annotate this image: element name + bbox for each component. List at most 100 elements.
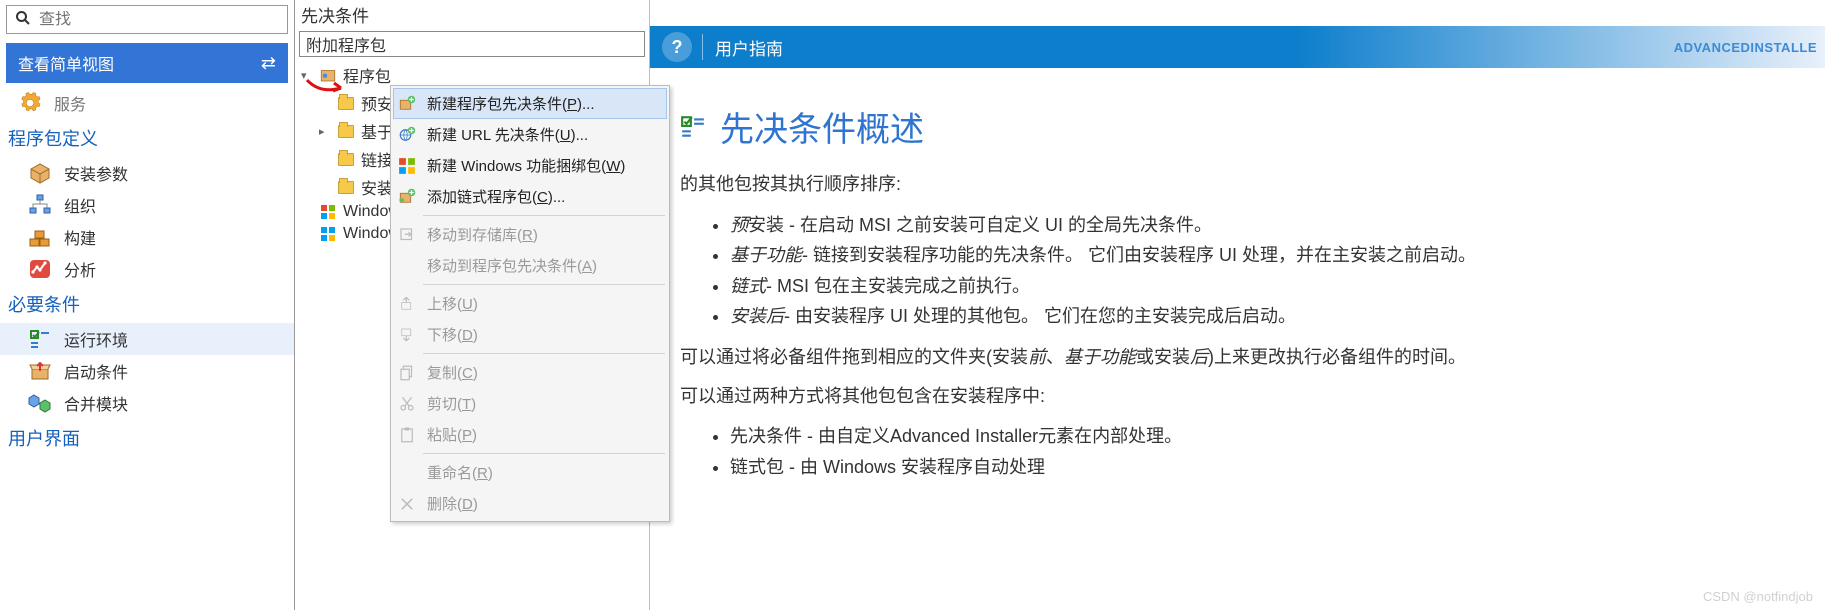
menu-item: 复制(C) [393, 357, 667, 388]
banner-brand: ADVANCEDINSTALLE [1674, 40, 1825, 55]
menu-item-label: 移动到程序包先决条件(A) [427, 255, 597, 276]
tree-filter-input[interactable] [299, 31, 645, 57]
nav-label: 安装参数 [64, 161, 128, 185]
delete-icon [397, 494, 417, 514]
windows-bundle-icon [397, 156, 417, 176]
menu-item-label: 重命名(R) [427, 462, 493, 483]
doc-intro: 的其他包按其执行顺序排序: [680, 169, 1817, 200]
list-item: 预安装 - 在启动 MSI 之前安装可自定义 UI 的全局先决条件。 [730, 210, 1817, 241]
folder-icon [337, 94, 355, 112]
folder-icon [337, 178, 355, 196]
move-up-icon [397, 294, 417, 314]
menu-item-label: 复制(C) [427, 362, 478, 383]
menu-item[interactable]: 新建 Windows 功能捆绑包(W) [393, 150, 667, 181]
nav-heading-ui: 用户界面 [0, 419, 294, 457]
tree-label: 基于 [361, 119, 393, 143]
list-item: 基于功能- 链接到安装程序功能的先决条件。 它们由安装程序 UI 处理，并在主安… [730, 240, 1817, 271]
nav-label: 合并模块 [64, 391, 128, 415]
move-down-icon [397, 325, 417, 345]
nav-item-analyze[interactable]: 分析 [0, 253, 294, 285]
menu-item-label: 剪切(T) [427, 393, 476, 414]
menu-item-label: 添加链式程序包(C)... [427, 186, 565, 207]
nav-label: 启动条件 [64, 359, 128, 383]
menu-item: 下移(D) [393, 319, 667, 350]
package-icon [319, 66, 337, 84]
nav-label: 服务 [54, 91, 86, 115]
tree-pane-title: 先决条件 [295, 0, 649, 29]
nav-item-build[interactable]: 构建 [0, 221, 294, 253]
doc-list-1: 预安装 - 在启动 MSI 之前安装可自定义 UI 的全局先决条件。基于功能- … [680, 210, 1817, 332]
menu-separator [423, 215, 665, 216]
menu-separator [423, 353, 665, 354]
watermark: CSDN @notfindjob [1703, 589, 1813, 604]
blank-icon [397, 463, 417, 483]
tree-label: 安装 [361, 175, 393, 199]
nav-heading-package-def: 程序包定义 [0, 119, 294, 157]
nav-item-runtime-env[interactable]: 运行环境 [0, 323, 294, 355]
view-button-label: 查看简单视图 [18, 51, 114, 75]
folder-icon [337, 122, 355, 140]
help-pane: ? 用户指南 ADVANCEDINSTALLE 先决条件概述 的其他包按其执行顺… [650, 0, 1825, 610]
list-item: 先决条件 - 由自定义Advanced Installer元素在内部处理。 [730, 421, 1817, 452]
simple-view-button[interactable]: 查看简单视图 ⇄ [6, 43, 288, 83]
menu-item: 粘贴(P) [393, 419, 667, 450]
menu-separator [423, 453, 665, 454]
menu-item: 移动到存储库(R) [393, 219, 667, 250]
menu-item-label: 粘贴(P) [427, 424, 477, 445]
menu-item-label: 下移(D) [427, 324, 478, 345]
chain-plus-icon [397, 187, 417, 207]
doc-heading: 先决条件概述 [680, 102, 1817, 151]
checklist-icon [680, 114, 706, 140]
menu-item-label: 新建 Windows 功能捆绑包(W) [427, 155, 625, 176]
chevron-right-icon[interactable]: ▸ [319, 125, 331, 138]
list-item: 链式- MSI 包在主安装完成之前执行。 [730, 271, 1817, 302]
help-icon: ? [662, 32, 692, 62]
menu-item-label: 新建 URL 先决条件(U)... [427, 124, 588, 145]
open-box-icon [28, 359, 52, 383]
menu-item-label: 删除(D) [427, 493, 478, 514]
help-banner: ? 用户指南 ADVANCEDINSTALLE [650, 26, 1825, 68]
context-menu: 新建程序包先决条件(P)... 新建 URL 先决条件(U)... 新建 Windo… [390, 85, 670, 522]
doc-title: 先决条件概述 [720, 102, 924, 151]
tree-label: 链接 [361, 147, 393, 171]
cut-icon [397, 394, 417, 414]
menu-item[interactable]: 新建程序包先决条件(P)... [393, 88, 667, 119]
menu-item: 上移(U) [393, 288, 667, 319]
banner-title: 用户指南 [715, 35, 783, 60]
nav-heading-requirements: 必要条件 [0, 285, 294, 323]
swap-icon: ⇄ [261, 53, 276, 74]
paste-icon [397, 425, 417, 445]
windows-icon [319, 203, 337, 221]
nav-label: 组织 [64, 193, 96, 217]
menu-item[interactable]: 新建 URL 先决条件(U)... [393, 119, 667, 150]
nav-item-launch-conditions[interactable]: 启动条件 [0, 355, 294, 387]
tree-label: 程序包 [343, 63, 391, 87]
checklist-icon [28, 327, 52, 351]
menu-item: 剪切(T) [393, 388, 667, 419]
menu-item-label: 新建程序包先决条件(P)... [427, 93, 595, 114]
doc-list-2: 先决条件 - 由自定义Advanced Installer元素在内部处理。链式包… [680, 421, 1817, 482]
nav-item-organization[interactable]: 组织 [0, 189, 294, 221]
menu-item-label: 上移(U) [427, 293, 478, 314]
nav-item-install-params[interactable]: 安装参数 [0, 157, 294, 189]
menu-item-label: 移动到存储库(R) [427, 224, 538, 245]
list-item: 链式包 - 由 Windows 安装程序自动处理 [730, 452, 1817, 483]
nav-item-services[interactable]: 服务 [0, 87, 294, 119]
nav-label: 构建 [64, 225, 96, 249]
menu-item: 重命名(R) [393, 457, 667, 488]
search-box[interactable] [6, 5, 288, 34]
list-item: 安装后- 由安装程序 UI 处理的其他包。 它们在您的主安装完成后启动。 [730, 301, 1817, 332]
menu-item: 移动到程序包先决条件(A) [393, 250, 667, 281]
blank-icon [397, 256, 417, 276]
menu-item[interactable]: 添加链式程序包(C)... [393, 181, 667, 212]
gear-icon [18, 91, 42, 115]
chevron-down-icon[interactable]: ▾ [301, 69, 313, 82]
search-icon [15, 10, 31, 29]
doc-para-2: 可以通过将必备组件拖到相应的文件夹(安装前、基于功能或安装后)上来更改执行必备组… [680, 342, 1817, 373]
copy-icon [397, 363, 417, 383]
cubes-icon [28, 391, 52, 415]
menu-separator [423, 284, 665, 285]
nav-item-merge-modules[interactable]: 合并模块 [0, 387, 294, 419]
menu-item: 删除(D) [393, 488, 667, 519]
search-input[interactable] [39, 11, 279, 29]
